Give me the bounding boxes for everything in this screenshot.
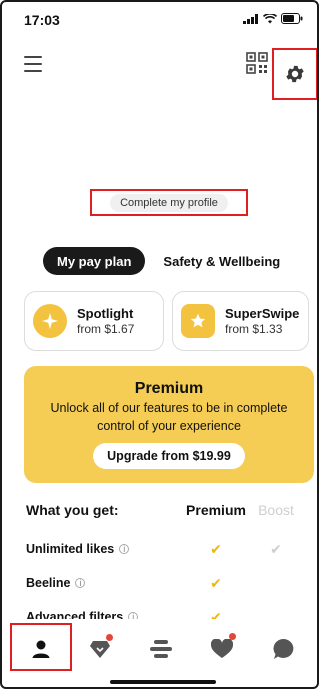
settings-button[interactable] — [272, 48, 317, 100]
signal-icon — [243, 13, 258, 24]
info-icon[interactable]: i — [75, 578, 86, 588]
gear-icon — [286, 65, 304, 83]
phone-frame: 17:03 Complete my profile My pay plan Sa… — [0, 0, 319, 689]
superswipe-card[interactable]: SuperSwipe from $1.33 — [172, 291, 309, 351]
superswipe-title: SuperSwipe — [225, 306, 300, 321]
upgrade-button[interactable]: Upgrade from $19.99 — [93, 443, 245, 469]
wifi-icon — [263, 13, 277, 23]
features-header-premium: Premium — [186, 502, 246, 518]
battery-icon — [281, 13, 303, 24]
status-icons — [243, 13, 303, 24]
premium-title: Premium — [134, 380, 204, 397]
premium-check-icon: ✔ — [210, 574, 222, 591]
nav-liked-you[interactable] — [202, 629, 242, 669]
home-indicator[interactable] — [110, 680, 216, 684]
features-header-what: What you get: — [26, 502, 119, 518]
feature-row: Unlimited likes i ✔ ✔ — [26, 532, 306, 566]
boost-cards: Spotlight from $1.67 SuperSwipe from $1.… — [24, 291, 309, 351]
profile-icon — [32, 640, 50, 658]
feature-name: Beeline — [26, 576, 71, 590]
tab-my-pay-plan[interactable]: My pay plan — [43, 247, 146, 275]
status-bar: 17:03 — [2, 2, 317, 38]
heart-icon — [211, 639, 233, 658]
spotlight-icon — [33, 304, 67, 338]
qr-code-icon[interactable] — [246, 52, 268, 74]
menu-icon[interactable] — [24, 56, 42, 72]
complete-profile-button[interactable]: Complete my profile — [110, 193, 228, 212]
chat-bubble-icon — [273, 638, 294, 659]
nav-swipe[interactable] — [141, 629, 181, 669]
features-header: What you get: Premium Boost — [26, 498, 306, 522]
spotlight-title: Spotlight — [77, 306, 134, 321]
feature-name: Unlimited likes — [26, 542, 115, 556]
spotlight-card[interactable]: Spotlight from $1.67 — [24, 291, 164, 351]
spotlight-price: from $1.67 — [77, 322, 135, 336]
bottom-nav — [2, 619, 317, 675]
top-bar — [2, 44, 317, 100]
superswipe-icon — [181, 304, 215, 338]
premium-description: Unlock all of our features to be in comp… — [50, 401, 288, 433]
plan-tabs: My pay plan Safety & Wellbeing — [43, 247, 284, 275]
info-icon[interactable]: i — [119, 544, 130, 554]
nav-discover[interactable] — [80, 629, 120, 669]
features-table: What you get: Premium Boost Unlimited li… — [26, 498, 306, 634]
premium-banner: Premium Unlock all of our features to be… — [24, 366, 314, 483]
features-header-boost: Boost — [258, 502, 294, 518]
feature-row: Beeline i ✔ — [26, 566, 306, 600]
status-time: 17:03 — [24, 12, 60, 28]
nav-profile[interactable] — [21, 629, 61, 669]
diamond-icon — [90, 641, 110, 658]
superswipe-price: from $1.33 — [225, 322, 283, 336]
bumble-lines-icon — [150, 640, 172, 658]
next-banner-peek[interactable] — [317, 366, 319, 483]
premium-check-icon: ✔ — [210, 540, 222, 557]
notification-dot — [106, 634, 113, 641]
complete-profile-highlight: Complete my profile — [90, 189, 248, 216]
notification-dot — [229, 633, 236, 640]
boost-check-icon: ✔ — [270, 540, 282, 557]
tab-safety-wellbeing[interactable]: Safety & Wellbeing — [159, 247, 284, 275]
nav-chats[interactable] — [264, 629, 304, 669]
